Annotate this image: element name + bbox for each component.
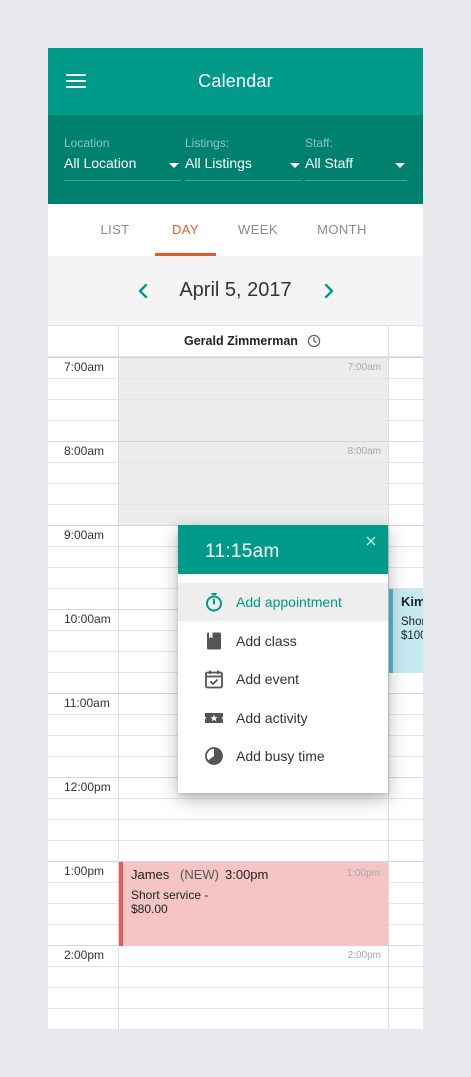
appointment-price: $100 [401,630,423,642]
slot-divider [48,1008,423,1009]
slot-divider [48,504,423,505]
time-label: 12:00pm [64,780,111,794]
tab-day[interactable]: DAY [155,204,216,256]
slot-divider [48,819,423,820]
current-date: April 5, 2017 [179,279,292,301]
appointment-time: 3:00pm [225,867,269,882]
popup-item-label: Add class [236,633,297,649]
appointment-status-badge: (NEW) [180,867,219,882]
column-divider [118,326,119,358]
appointment-client-name: James [131,867,170,882]
book-icon [204,631,224,651]
slot-divider [48,462,423,463]
date-navigator: April 5, 2017 [48,256,423,325]
slot-time-hint: 8:00am [347,446,381,457]
appointment-client-name: Kim [401,594,423,609]
hour-divider [48,441,423,442]
listings-filter-value: All Listings [185,155,252,171]
dropdown-caret-icon [169,163,179,168]
ticket-star-icon [204,708,224,728]
slot-divider [48,987,423,988]
appointment-price: $80.00 [131,902,168,916]
staff-filter-value: All Staff [305,155,353,171]
staff-header: Gerald Zimmerman [48,325,423,358]
popup-item-label: Add activity [236,710,308,726]
time-label: 10:00am [64,612,111,626]
filter-underline [185,180,302,181]
tab-list[interactable]: LIST [86,204,144,256]
clock-icon[interactable] [307,334,321,348]
add-class-option[interactable]: Add class [178,622,388,660]
column-divider [388,357,389,1029]
close-icon[interactable] [364,534,378,548]
phone-screen: Calendar Location All Location Listings:… [48,48,423,1029]
time-label: 8:00am [64,444,105,458]
appointment-details: Short $100 [401,615,423,643]
slot-divider [48,966,423,967]
time-label: 11:00am [64,696,110,710]
appointment-kim[interactable]: Kim Short $100 [389,589,423,673]
add-appointment-option[interactable]: Add appointment [178,583,388,621]
view-tabs: LIST DAY WEEK MONTH [48,204,423,256]
add-busy-time-option[interactable]: Add busy time [178,737,388,775]
popup-item-label: Add appointment [236,594,342,610]
time-label: 2:00pm [64,948,105,962]
time-label: 1:00pm [64,864,105,878]
appointment-service: Short [401,616,423,628]
app-title: Calendar [198,71,273,91]
location-filter[interactable]: Location All Location [64,136,181,181]
stopwatch-icon [204,592,224,612]
slot-divider [48,420,423,421]
chevron-right-icon[interactable] [320,282,338,300]
tab-month[interactable]: MONTH [306,204,378,256]
slot-time-hint: 1:00pm [346,868,380,879]
slot-divider [48,840,423,841]
appointment-service: Short service - [131,888,209,902]
tab-week[interactable]: WEEK [228,204,288,256]
popup-time: 11:15am [205,541,280,562]
time-label: 7:00am [64,360,105,374]
time-label: 9:00am [64,528,105,542]
dropdown-caret-icon [395,163,405,168]
slot-divider [48,798,423,799]
column-divider [388,326,389,358]
listings-filter[interactable]: Listings: All Listings [185,136,302,181]
appointment-james[interactable]: James (NEW) 3:00pm 1:00pm Short service … [119,862,388,946]
staff-name: Gerald Zimmerman [184,334,298,348]
half-circle-clock-icon [204,746,224,766]
filter-bar: Location All Location Listings: All List… [48,115,423,204]
popup-item-label: Add busy time [236,748,325,764]
slot-time-hint: 7:00am [347,362,381,373]
add-activity-option[interactable]: Add activity [178,699,388,737]
location-filter-value: All Location [64,155,137,171]
slot-time-hint: 2:00pm [347,950,381,961]
staff-filter-label: Staff: [305,136,333,150]
filter-underline [64,180,181,181]
hour-divider [48,357,423,358]
popup-item-label: Add event [236,671,300,687]
filter-underline [305,180,407,181]
listings-filter-label: Listings: [185,136,230,150]
calendar-check-icon [204,669,224,689]
slot-divider [48,378,423,379]
app-bar: Calendar [48,48,423,115]
location-filter-label: Location [64,136,110,150]
slot-divider [48,399,423,400]
add-event-option[interactable]: Add event [178,660,388,698]
staff-filter[interactable]: Staff: All Staff [305,136,407,181]
add-item-popup: 11:15am Add appointment Add class Add ev… [178,525,388,793]
slot-divider [48,483,423,484]
appointment-details: Short service - $80.00 [131,888,208,916]
popup-header: 11:15am [178,525,388,574]
dropdown-caret-icon [290,163,300,168]
